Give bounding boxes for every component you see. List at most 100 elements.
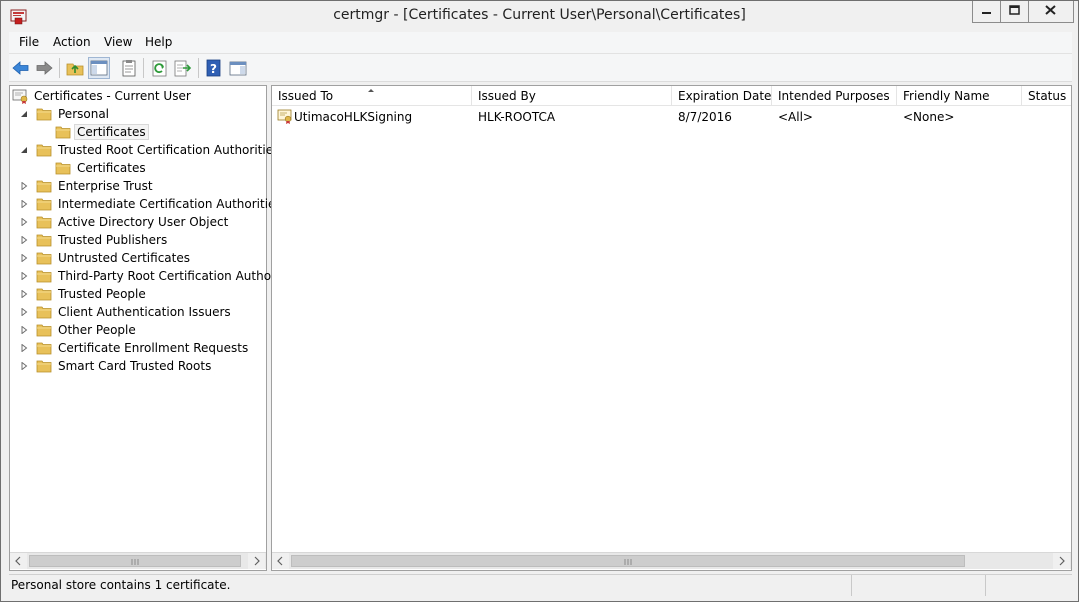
tree-item[interactable]: Active Directory User Object bbox=[20, 213, 264, 231]
sort-ascending-icon bbox=[368, 89, 374, 92]
tree-item[interactable]: Trusted Root Certification Authorities bbox=[20, 141, 279, 159]
cell-issued-to: UtimacoHLKSigning bbox=[294, 110, 413, 124]
tree-item-label: Smart Card Trusted Roots bbox=[58, 359, 212, 373]
tree-item[interactable]: Smart Card Trusted Roots bbox=[20, 357, 264, 375]
console-tree-pane[interactable]: Certificates - Current User Personal Cert… bbox=[9, 85, 301, 571]
grip-icon bbox=[131, 559, 139, 565]
chevron-left-icon bbox=[15, 556, 21, 566]
cell-intended-purposes: <All> bbox=[778, 110, 813, 124]
tree-item[interactable]: Enterprise Trust bbox=[20, 177, 264, 195]
collapsed-arrow-icon[interactable] bbox=[20, 200, 28, 208]
export-list-icon[interactable] bbox=[173, 58, 193, 78]
folder-icon bbox=[55, 126, 71, 139]
column-label: Issued By bbox=[478, 89, 536, 103]
list-header: Issued To Issued By Expiration Date Inte… bbox=[272, 86, 1071, 106]
tree-item[interactable]: Certificates bbox=[39, 159, 264, 177]
title-bar[interactable]: certmgr - [Certificates - Current User\P… bbox=[1, 1, 1078, 32]
menu-file[interactable]: File bbox=[19, 35, 39, 49]
show-hide-tree-icon[interactable] bbox=[88, 57, 110, 79]
tree-item[interactable]: Certificate Enrollment Requests bbox=[20, 339, 264, 357]
tree-item-label: Other People bbox=[58, 323, 136, 337]
chevron-left-icon bbox=[277, 556, 283, 566]
folder-icon bbox=[36, 288, 52, 301]
scroll-left-button[interactable] bbox=[10, 553, 27, 569]
column-status[interactable]: Status bbox=[1022, 86, 1071, 106]
collapsed-arrow-icon[interactable] bbox=[20, 272, 28, 280]
tree-item[interactable]: Other People bbox=[20, 321, 264, 339]
back-arrow-icon[interactable] bbox=[11, 58, 31, 78]
scroll-left-button[interactable] bbox=[272, 553, 289, 569]
folder-icon bbox=[36, 324, 52, 337]
collapsed-arrow-icon[interactable] bbox=[20, 182, 28, 190]
minimize-button[interactable] bbox=[972, 1, 1001, 23]
column-label: Intended Purposes bbox=[778, 89, 890, 103]
column-intended-purposes[interactable]: Intended Purposes bbox=[772, 86, 897, 106]
close-button[interactable] bbox=[1028, 1, 1074, 23]
collapsed-arrow-icon[interactable] bbox=[20, 254, 28, 262]
scroll-right-button[interactable] bbox=[1053, 553, 1070, 569]
tree-item-label: Active Directory User Object bbox=[58, 215, 229, 229]
expanded-arrow-icon[interactable] bbox=[20, 110, 28, 118]
collapsed-arrow-icon[interactable] bbox=[20, 218, 28, 226]
properties-icon[interactable] bbox=[119, 58, 139, 78]
tree-horizontal-scrollbar[interactable] bbox=[10, 552, 266, 569]
show-hide-action-pane-icon[interactable] bbox=[228, 58, 248, 78]
tree-item-label: Certificates bbox=[77, 161, 146, 175]
menu-bar: File Action View Help bbox=[9, 32, 1072, 54]
tree-item[interactable]: Certificates bbox=[39, 123, 264, 141]
results-list-pane[interactable]: Issued To Issued By Expiration Date Inte… bbox=[271, 85, 1072, 571]
column-expiration-date[interactable]: Expiration Date bbox=[672, 86, 772, 106]
folder-icon bbox=[36, 198, 52, 211]
cell-friendly-name: <None> bbox=[903, 110, 955, 124]
tree-item[interactable]: Intermediate Certification Authorities bbox=[20, 195, 282, 213]
tree-item[interactable]: Trusted Publishers bbox=[20, 231, 264, 249]
tree-item[interactable]: Client Authentication Issuers bbox=[20, 303, 264, 321]
grip-icon bbox=[624, 559, 632, 565]
folder-icon bbox=[36, 306, 52, 319]
collapsed-arrow-icon[interactable] bbox=[20, 326, 28, 334]
refresh-icon[interactable] bbox=[150, 58, 170, 78]
scroll-thumb[interactable] bbox=[291, 555, 965, 567]
collapsed-arrow-icon[interactable] bbox=[20, 236, 28, 244]
list-horizontal-scrollbar[interactable] bbox=[272, 552, 1071, 569]
certmgr-window: certmgr - [Certificates - Current User\P… bbox=[0, 0, 1079, 602]
collapsed-arrow-icon[interactable] bbox=[20, 362, 28, 370]
tree-root[interactable]: Certificates - Current User bbox=[12, 87, 252, 105]
scroll-right-button[interactable] bbox=[248, 553, 265, 569]
tree-item-label: Untrusted Certificates bbox=[58, 251, 190, 265]
tree-root-label: Certificates - Current User bbox=[34, 89, 191, 103]
column-issued-by[interactable]: Issued By bbox=[472, 86, 672, 106]
status-panel bbox=[851, 575, 985, 596]
folder-icon bbox=[36, 252, 52, 265]
column-label: Status bbox=[1028, 89, 1067, 103]
collapsed-arrow-icon[interactable] bbox=[20, 290, 28, 298]
up-folder-icon[interactable] bbox=[65, 58, 85, 78]
menu-view[interactable]: View bbox=[104, 35, 132, 49]
chevron-right-icon bbox=[254, 556, 260, 566]
toolbar: ? bbox=[9, 54, 1072, 82]
collapsed-arrow-icon[interactable] bbox=[20, 308, 28, 316]
toolbar-separator bbox=[198, 58, 199, 78]
help-icon[interactable]: ? bbox=[204, 58, 224, 78]
folder-icon bbox=[36, 234, 52, 247]
column-friendly-name[interactable]: Friendly Name bbox=[897, 86, 1022, 106]
menu-help[interactable]: Help bbox=[145, 35, 172, 49]
tree-item[interactable]: Trusted People bbox=[20, 285, 264, 303]
cell-issued-by: HLK-ROOTCA bbox=[478, 110, 556, 124]
toolbar-separator bbox=[59, 58, 60, 78]
tree-item-label: Personal bbox=[58, 107, 110, 121]
expanded-arrow-icon[interactable] bbox=[20, 146, 28, 154]
folder-icon bbox=[36, 342, 52, 355]
chevron-right-icon bbox=[1059, 556, 1065, 566]
collapsed-arrow-icon[interactable] bbox=[20, 344, 28, 352]
tree-item[interactable]: Personal bbox=[20, 105, 264, 123]
scroll-thumb[interactable] bbox=[29, 555, 241, 567]
forward-arrow-icon[interactable] bbox=[34, 58, 54, 78]
column-issued-to[interactable]: Issued To bbox=[272, 86, 472, 106]
menu-action[interactable]: Action bbox=[53, 35, 91, 49]
svg-text:?: ? bbox=[210, 62, 217, 76]
certificates-snapin-icon bbox=[12, 89, 28, 104]
maximize-button[interactable] bbox=[1000, 1, 1029, 23]
tree-item[interactable]: Untrusted Certificates bbox=[20, 249, 264, 267]
tree-item[interactable]: Third-Party Root Certification Authoriti… bbox=[20, 267, 301, 285]
